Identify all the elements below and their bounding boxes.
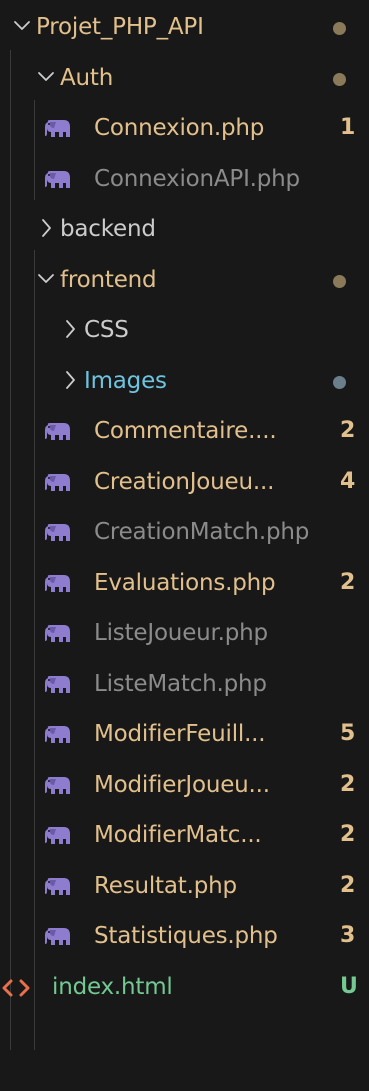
folder-label: backend (60, 216, 156, 242)
modified-dot-icon (333, 275, 346, 288)
folder-row[interactable]: CSS (0, 306, 369, 356)
file-label: Resultat.php (94, 873, 237, 899)
untracked-badge: U (340, 974, 358, 999)
chevron-right-icon[interactable] (60, 317, 80, 341)
problem-count-badge: 2 (340, 822, 356, 847)
php-elephant-icon (44, 776, 72, 796)
html-code-icon (2, 978, 30, 998)
chevron-right-icon[interactable] (60, 368, 80, 392)
problem-count-badge: 2 (340, 772, 356, 797)
php-elephant-icon (44, 877, 72, 897)
problem-count-badge: 3 (340, 923, 356, 948)
php-elephant-icon (44, 826, 72, 846)
php-elephant-icon (44, 574, 72, 594)
modified-dot-icon (333, 73, 346, 86)
problem-count-badge: 2 (340, 873, 356, 898)
file-label: CreationMatch.php (94, 519, 310, 545)
folder-label: Images (84, 368, 167, 394)
file-row[interactable]: Connexion.php 1 (0, 104, 369, 154)
folder-row[interactable]: frontend (0, 256, 369, 306)
folder-label: Auth (60, 65, 114, 91)
file-label: index.html (52, 974, 173, 1000)
modified-dot-icon (333, 22, 346, 35)
problem-count-badge: 2 (340, 570, 356, 595)
folder-label: frontend (60, 267, 157, 293)
php-elephant-icon (44, 675, 72, 695)
file-row[interactable]: Evaluations.php 2 (0, 559, 369, 609)
chevron-down-icon[interactable] (36, 65, 56, 89)
file-row[interactable]: ModifierJoueu... 2 (0, 761, 369, 811)
folder-row[interactable]: Projet_PHP_API (0, 3, 369, 53)
php-elephant-icon (44, 119, 72, 139)
chevron-right-icon[interactable] (36, 216, 56, 240)
file-explorer: Projet_PHP_API Auth Connexion.php 1 Connexio… (0, 0, 369, 1091)
file-label: ModifierJoueu... (94, 772, 270, 798)
folder-row[interactable]: backend (0, 205, 369, 255)
php-elephant-icon (44, 170, 72, 190)
folder-label: Projet_PHP_API (36, 14, 204, 40)
php-elephant-icon (44, 624, 72, 644)
file-label: ListeMatch.php (94, 671, 267, 697)
folder-row[interactable]: Auth (0, 54, 369, 104)
problem-count-badge: 5 (340, 721, 356, 746)
file-label: Commentaire.... (94, 418, 277, 444)
file-label: Statistiques.php (94, 923, 278, 949)
file-row[interactable]: Resultat.php 2 (0, 862, 369, 912)
file-row[interactable]: CreationJoueu... 4 (0, 458, 369, 508)
file-label: Evaluations.php (94, 570, 276, 596)
problem-count-badge: 4 (340, 469, 356, 494)
problem-count-badge: 1 (340, 115, 356, 140)
file-label: ListeJoueur.php (94, 620, 268, 646)
file-label: ConnexionAPI.php (94, 166, 300, 192)
file-row[interactable]: index.html U (0, 963, 369, 1013)
file-row[interactable]: ModifierMatc... 2 (0, 811, 369, 861)
php-elephant-icon (44, 927, 72, 947)
file-row[interactable]: Commentaire.... 2 (0, 407, 369, 457)
folder-row[interactable]: Images (0, 357, 369, 407)
php-elephant-icon (44, 422, 72, 442)
file-label: ModifierFeuill... (94, 721, 266, 747)
file-row[interactable]: ModifierFeuill... 5 (0, 710, 369, 760)
chevron-down-icon[interactable] (12, 14, 32, 38)
problem-count-badge: 2 (340, 418, 356, 443)
file-row[interactable]: ConnexionAPI.php (0, 155, 369, 205)
folder-label: CSS (84, 317, 129, 343)
php-elephant-icon (44, 523, 72, 543)
file-row[interactable]: CreationMatch.php (0, 508, 369, 558)
untracked-dot-icon (333, 376, 346, 389)
file-row[interactable]: ListeJoueur.php (0, 609, 369, 659)
file-label: CreationJoueu... (94, 469, 275, 495)
chevron-down-icon[interactable] (36, 267, 56, 291)
file-row[interactable]: Statistiques.php 3 (0, 912, 369, 962)
file-label: ModifierMatc... (94, 822, 262, 848)
file-label: Connexion.php (94, 115, 265, 141)
file-row[interactable]: ListeMatch.php (0, 660, 369, 710)
php-elephant-icon (44, 473, 72, 493)
php-elephant-icon (44, 725, 72, 745)
